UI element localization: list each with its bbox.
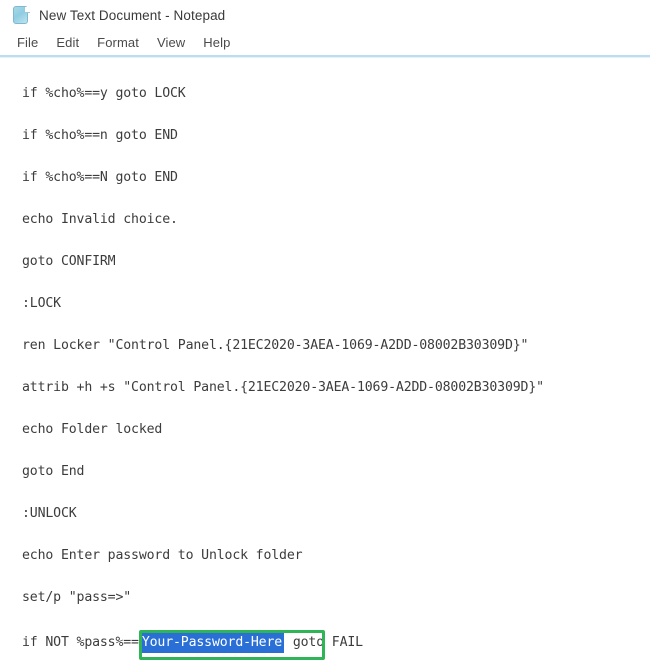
text-line-with-selection: if NOT %pass%== Your-Password-Here goto F… bbox=[22, 633, 363, 653]
title-bar: New Text Document - Notepad bbox=[0, 0, 650, 30]
window-title: New Text Document - Notepad bbox=[39, 7, 226, 23]
text-line: if %cho%==y goto LOCK bbox=[22, 86, 186, 101]
text-line: attrib +h +s "Control Panel.{21EC2020-3A… bbox=[22, 380, 544, 395]
text-editor-area[interactable]: if %cho%==y goto LOCK if %cho%==n goto E… bbox=[0, 58, 650, 666]
text-line: goto End bbox=[22, 464, 85, 479]
text-line: goto CONFIRM bbox=[22, 254, 116, 269]
menu-item-file[interactable]: File bbox=[8, 33, 47, 52]
text-line: echo Folder locked bbox=[22, 422, 163, 437]
menu-item-format[interactable]: Format bbox=[88, 33, 148, 52]
line-prefix: if NOT %pass%== bbox=[22, 635, 139, 650]
text-line: :UNLOCK bbox=[22, 506, 77, 521]
text-line: :LOCK bbox=[22, 296, 61, 311]
menu-item-view[interactable]: View bbox=[148, 33, 194, 52]
menu-bar: File Edit Format View Help bbox=[0, 30, 650, 55]
text-line: echo Enter password to Unlock folder bbox=[22, 548, 303, 563]
notepad-document-icon bbox=[13, 5, 30, 25]
text-line: echo Invalid choice. bbox=[22, 212, 178, 227]
text-line: ren Locker "Control Panel.{21EC2020-3AEA… bbox=[22, 338, 529, 353]
text-line: if %cho%==N goto END bbox=[22, 170, 178, 185]
notepad-window: New Text Document - Notepad File Edit Fo… bbox=[0, 0, 650, 666]
menu-item-help[interactable]: Help bbox=[194, 33, 239, 52]
text-line: set/p "pass=>" bbox=[22, 590, 132, 605]
line-suffix: goto FAIL bbox=[285, 635, 363, 650]
selected-password-text[interactable]: Your-Password-Here bbox=[139, 633, 285, 653]
menu-item-edit[interactable]: Edit bbox=[47, 33, 88, 52]
text-line: if %cho%==n goto END bbox=[22, 128, 178, 143]
